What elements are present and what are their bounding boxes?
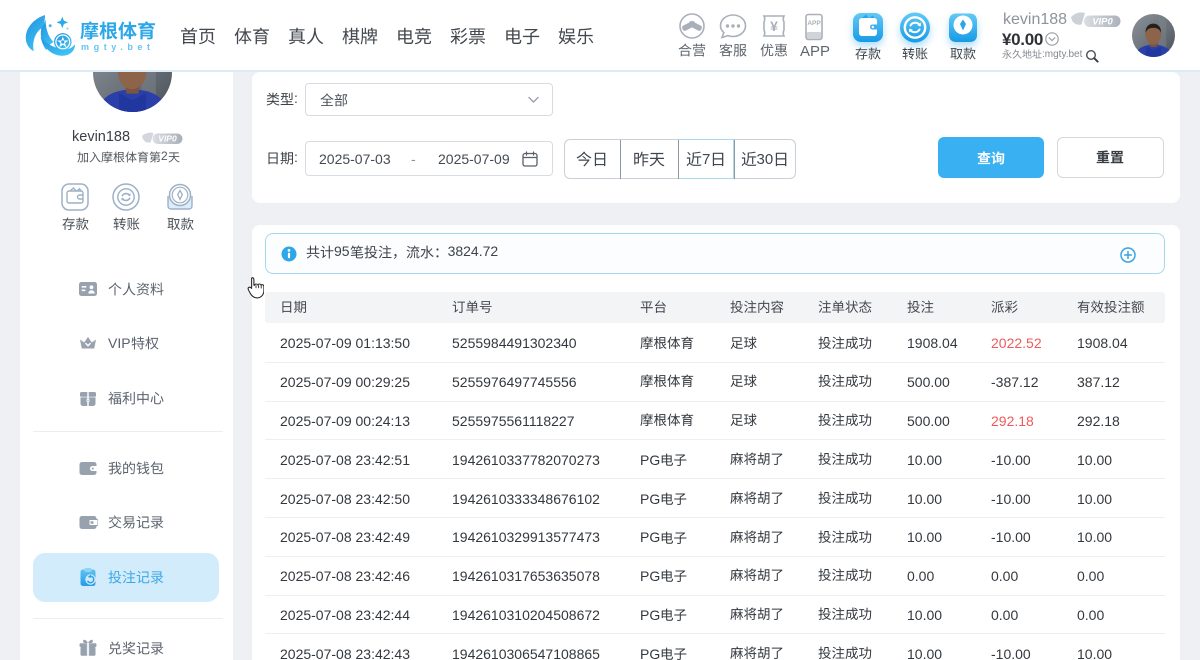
- svg-text:VIP0: VIP0: [1092, 16, 1113, 27]
- svg-text:¥: ¥: [770, 18, 778, 34]
- svg-text:VIP0: VIP0: [158, 133, 177, 143]
- svg-text:APP: APP: [807, 20, 821, 27]
